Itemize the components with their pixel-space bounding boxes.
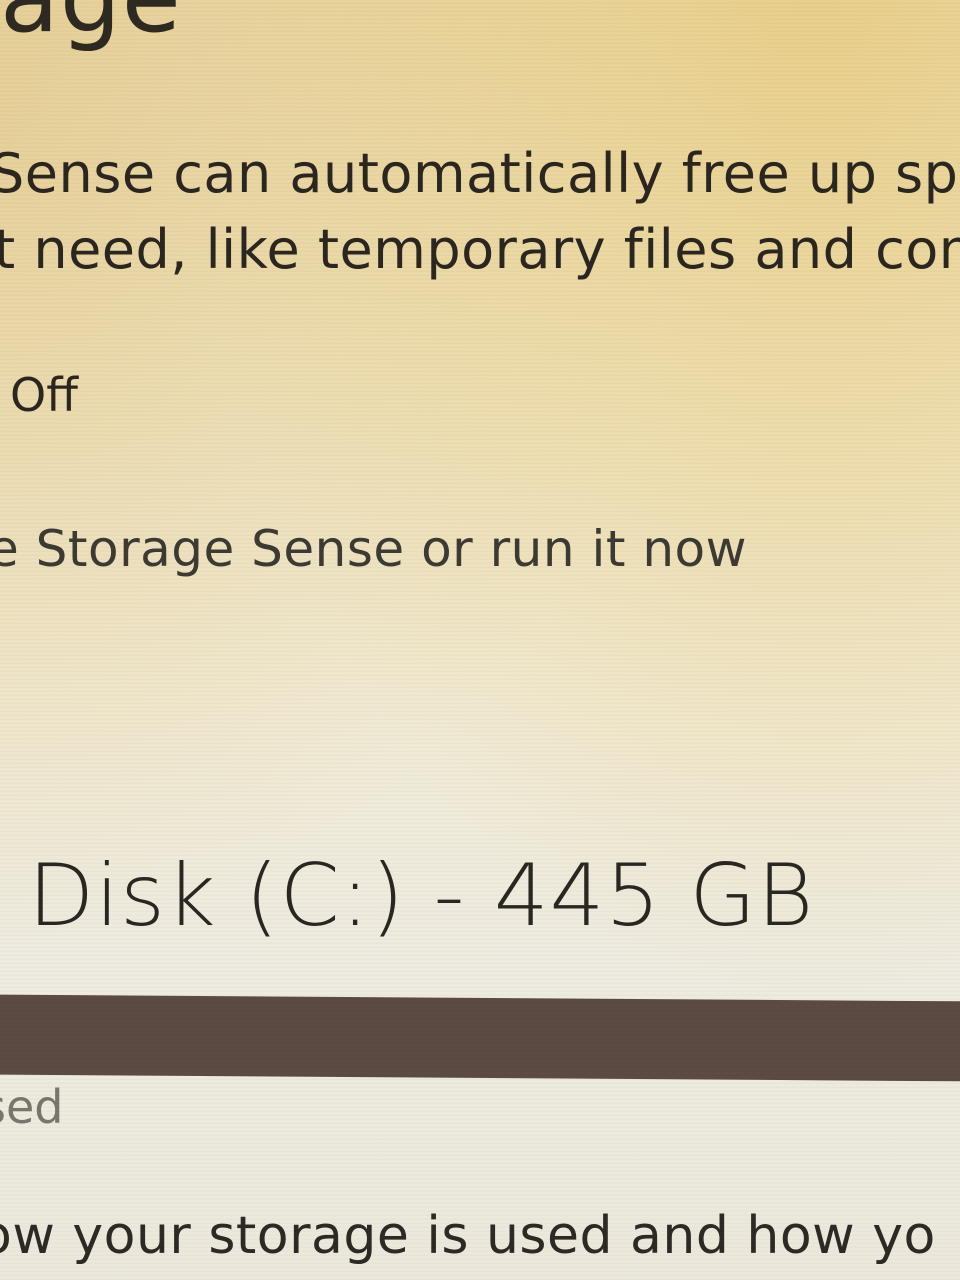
- disk-used-label: sed: [0, 1080, 64, 1134]
- page-heading: age: [0, 0, 182, 54]
- storage-sense-description-line2: t need, like temporary files and con: [0, 218, 960, 281]
- storage-sense-toggle-state: Off: [10, 368, 78, 422]
- configure-storage-sense-link[interactable]: e Storage Sense or run it now: [0, 520, 747, 578]
- disk-usage-bar[interactable]: [0, 994, 960, 1082]
- storage-settings-page: age Sense can automatically free up spa …: [0, 0, 960, 1280]
- disk-usage-bar-fill: [0, 994, 960, 1082]
- storage-usage-description: ow your storage is used and how yo: [0, 1206, 936, 1266]
- storage-sense-description-line1: Sense can automatically free up spa: [0, 142, 960, 205]
- storage-sense-toggle-row[interactable]: Off: [0, 360, 78, 430]
- disk-title[interactable]: Disk (C:) - 445 GB: [28, 846, 814, 946]
